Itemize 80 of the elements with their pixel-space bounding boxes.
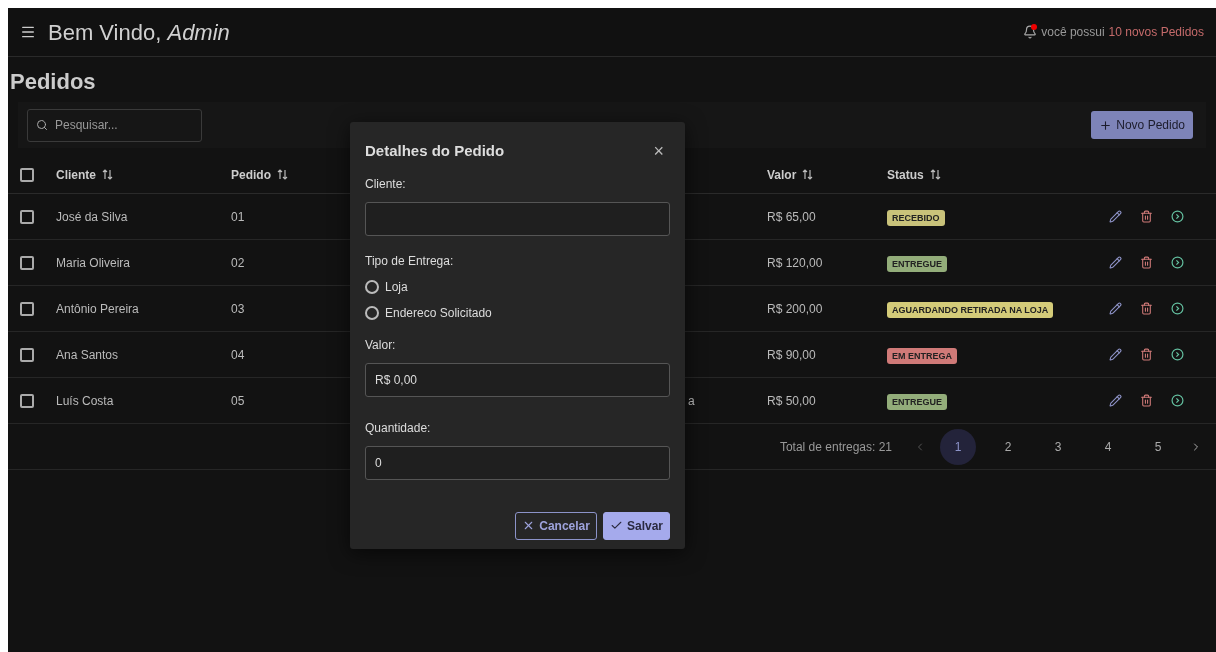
column-header[interactable]: Pedido — [231, 165, 271, 184]
table-cell-text: a — [688, 392, 695, 410]
chevron-circle-icon[interactable] — [1171, 394, 1184, 407]
column-header[interactable]: Valor — [767, 165, 797, 184]
trash-icon[interactable] — [1140, 210, 1153, 223]
menu-icon[interactable] — [20, 24, 36, 40]
input-field[interactable] — [365, 201, 670, 236]
input-field[interactable]: 0 — [365, 445, 670, 480]
table-cell-text: R$ 65,00 — [767, 208, 816, 226]
table-cell-text: Maria Oliveira — [56, 254, 130, 272]
table-cell-text: 03 — [231, 300, 245, 318]
checkbox[interactable] — [20, 255, 34, 270]
dialog-title: Detalhes do Pedido — [365, 141, 505, 161]
chevron-circle-icon[interactable] — [1171, 302, 1184, 315]
edit-icon[interactable] — [1109, 256, 1122, 269]
chevron-circle-icon[interactable] — [1171, 348, 1184, 361]
sort-icon[interactable] — [929, 169, 941, 180]
sort-icon[interactable] — [802, 169, 814, 180]
table-cell-text: Luís Costa — [56, 392, 114, 410]
table-cell-text: 05 — [231, 392, 245, 410]
trash-icon[interactable] — [1140, 256, 1153, 269]
sort-icon[interactable] — [102, 169, 113, 180]
input-field[interactable]: R$ 0,00 — [365, 362, 670, 397]
status-badge: EM ENTREGA — [887, 347, 957, 364]
edit-icon[interactable] — [1109, 302, 1122, 315]
chevron-circle-icon[interactable] — [1171, 256, 1184, 269]
status-badge: ENTREGUE — [887, 393, 947, 410]
table-cell-text: R$ 90,00 — [767, 346, 816, 364]
table-cell-text: 04 — [231, 346, 245, 364]
trash-icon[interactable] — [1140, 348, 1153, 361]
new-order-button[interactable]: Novo Pedido — [1091, 111, 1193, 139]
bell-icon[interactable] — [1023, 25, 1038, 39]
search-field[interactable]: Pesquisar... — [27, 108, 202, 142]
edit-icon[interactable] — [1109, 210, 1122, 223]
table-cell-text: R$ 120,00 — [767, 254, 823, 272]
checkbox[interactable] — [20, 347, 34, 362]
page-button[interactable]: 4 — [1090, 428, 1126, 465]
total-text: Total de entregas: 21 — [779, 438, 892, 456]
trash-icon[interactable] — [1140, 302, 1153, 315]
chevron-circle-icon[interactable] — [1171, 210, 1184, 223]
field-label: Cliente: — [365, 175, 407, 193]
status-badge: ENTREGUE — [887, 255, 947, 272]
page-button[interactable]: 5 — [1140, 428, 1176, 465]
page-button[interactable]: 3 — [1040, 428, 1076, 465]
checkbox[interactable] — [20, 393, 34, 408]
plus-icon — [1099, 118, 1113, 132]
table-cell-text: 02 — [231, 254, 245, 272]
search-icon — [36, 118, 48, 131]
checkbox[interactable] — [20, 209, 34, 224]
notice-text: você possui — [1041, 24, 1105, 41]
greeting: Bem Vindo, Admin — [48, 18, 230, 47]
checkbox[interactable] — [20, 167, 34, 182]
field-label: Tipo de Entrega: — [365, 252, 455, 270]
sort-icon[interactable] — [277, 169, 288, 180]
table-cell-text: R$ 200,00 — [767, 300, 823, 318]
close-button[interactable]: × — [653, 142, 670, 161]
table-cell-text: Ana Santos — [56, 346, 119, 364]
edit-icon[interactable] — [1109, 348, 1122, 361]
table-cell-text: Antônio Pereira — [56, 300, 139, 318]
page-title: Pedidos — [9, 68, 97, 96]
page-button[interactable]: 1 — [940, 428, 976, 465]
new-orders-link[interactable]: 10 novos Pedidos — [1108, 23, 1204, 41]
column-header[interactable]: Status — [887, 165, 924, 184]
check-icon — [609, 519, 623, 532]
table-cell-text: 01 — [231, 208, 245, 226]
table-cell-text: R$ 50,00 — [767, 392, 816, 410]
status-badge: AGUARDANDO RETIRADA NA LOJA — [887, 301, 1054, 318]
checkbox[interactable] — [20, 301, 34, 316]
radio-option[interactable]: Endereco Solicitado — [365, 303, 492, 322]
status-badge: RECEBIDO — [887, 209, 945, 226]
trash-icon[interactable] — [1140, 394, 1153, 407]
column-header[interactable]: Cliente — [56, 165, 96, 184]
field-label: Quantidade: — [365, 419, 432, 437]
page-button[interactable]: 2 — [990, 428, 1026, 465]
save-button[interactable]: Salvar — [602, 511, 670, 540]
cancel-button[interactable]: Cancelar — [515, 511, 597, 540]
edit-icon[interactable] — [1109, 394, 1122, 407]
table-cell-text: José da Silva — [56, 208, 128, 226]
field-label: Valor: — [365, 336, 397, 354]
radio-option[interactable]: Loja — [365, 277, 408, 296]
